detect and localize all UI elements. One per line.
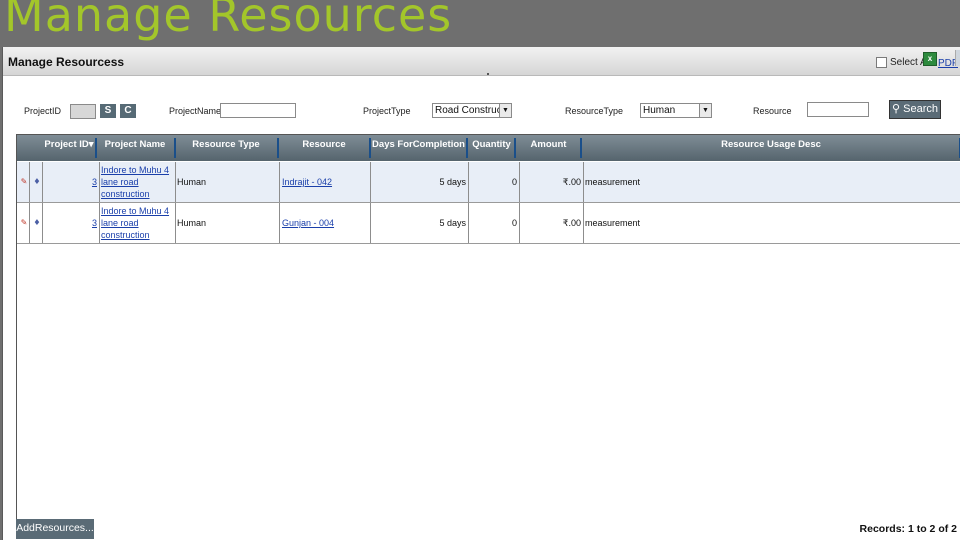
- table-row[interactable]: ✎ ♦ 3 Indore to Muhu 4 lane road constru…: [17, 203, 960, 244]
- resource-type-cell: Human: [177, 218, 207, 228]
- edit-icon[interactable]: ✎: [20, 177, 28, 186]
- project-name-input[interactable]: [220, 103, 296, 118]
- column-header-resource-type[interactable]: Resource Type: [176, 135, 276, 161]
- amount-cell: ₹.00: [562, 217, 581, 228]
- resource-input[interactable]: [807, 102, 869, 117]
- resource-label: Resource: [753, 106, 792, 116]
- project-id-link[interactable]: 3: [43, 162, 99, 202]
- print-icon[interactable]: [955, 50, 960, 66]
- chevron-down-icon[interactable]: ▼: [499, 104, 511, 117]
- search-button-label: Search: [903, 103, 938, 115]
- project-type-value: Road Constructi: [435, 105, 507, 116]
- project-name-link[interactable]: Indore to Muhu 4 lane road construction: [101, 162, 176, 202]
- project-type-label: ProjectType: [363, 106, 411, 116]
- search-button[interactable]: ⚲ Search: [889, 100, 941, 119]
- resource-type-cell: Human: [177, 177, 207, 187]
- manage-resources-panel: Manage Resourcess Select All x PDF Proje…: [2, 47, 960, 540]
- c-button[interactable]: C: [120, 104, 136, 118]
- usage-desc-cell: measurement: [585, 177, 641, 187]
- resource-type-label: ResourceType: [565, 106, 624, 116]
- delete-icon[interactable]: ♦: [33, 177, 41, 186]
- quantity-cell: 0: [511, 177, 517, 187]
- project-type-select[interactable]: Road Constructi ▼: [432, 103, 512, 118]
- records-count: Records: 1 to 2 of 2: [859, 523, 957, 535]
- edit-icon[interactable]: ✎: [20, 218, 28, 227]
- resource-type-select[interactable]: Human ▼: [640, 103, 712, 118]
- grid-footer: AddResources... Records: 1 to 2 of 2: [16, 519, 960, 540]
- delete-icon[interactable]: ♦: [33, 218, 41, 227]
- usage-desc-cell: measurement: [585, 218, 641, 228]
- panel-header: Manage Resourcess Select All x PDF: [3, 47, 960, 76]
- column-header-project-name[interactable]: Project Name: [97, 135, 173, 161]
- slide-title: Manage Resources: [4, 0, 453, 42]
- column-header-project-id[interactable]: Project ID▾: [43, 135, 95, 161]
- project-name-label: ProjectName: [169, 106, 222, 116]
- sort-desc-icon[interactable]: ▾: [89, 139, 94, 150]
- marker-dot: [487, 73, 489, 75]
- resources-grid: Project ID▾ Project Name Resource Type R…: [16, 134, 960, 521]
- column-header-days[interactable]: Days ForCompletion: [371, 135, 466, 161]
- chevron-down-icon[interactable]: ▼: [699, 104, 711, 117]
- days-cell: 5 days: [439, 218, 466, 228]
- column-header-resource[interactable]: Resource: [279, 135, 369, 161]
- s-button[interactable]: S: [100, 104, 116, 118]
- add-resources-button[interactable]: AddResources...: [16, 519, 94, 539]
- resource-link[interactable]: Gunjan - 004: [282, 203, 370, 243]
- project-id-input[interactable]: [70, 104, 96, 119]
- panel-title: Manage Resourcess: [8, 55, 125, 69]
- days-cell: 5 days: [439, 177, 466, 187]
- search-icon: ⚲: [892, 103, 901, 115]
- project-id-label: ProjectID: [24, 106, 62, 116]
- excel-export-icon[interactable]: x: [923, 52, 937, 66]
- amount-cell: ₹.00: [562, 176, 581, 187]
- project-name-link[interactable]: Indore to Muhu 4 lane road construction: [101, 203, 176, 243]
- table-row[interactable]: ✎ ♦ 3 Indore to Muhu 4 lane road constru…: [17, 162, 960, 203]
- grid-header: Project ID▾ Project Name Resource Type R…: [17, 135, 960, 161]
- column-header-usage-desc[interactable]: Resource Usage Desc: [582, 135, 960, 161]
- project-id-link[interactable]: 3: [43, 203, 99, 243]
- column-header-quantity[interactable]: Quantity: [468, 135, 515, 161]
- quantity-cell: 0: [511, 218, 517, 228]
- resource-link[interactable]: Indrajit - 042: [282, 162, 370, 202]
- column-header-amount[interactable]: Amount: [516, 135, 581, 161]
- resource-type-value: Human: [643, 105, 676, 116]
- select-all-checkbox[interactable]: [876, 57, 887, 68]
